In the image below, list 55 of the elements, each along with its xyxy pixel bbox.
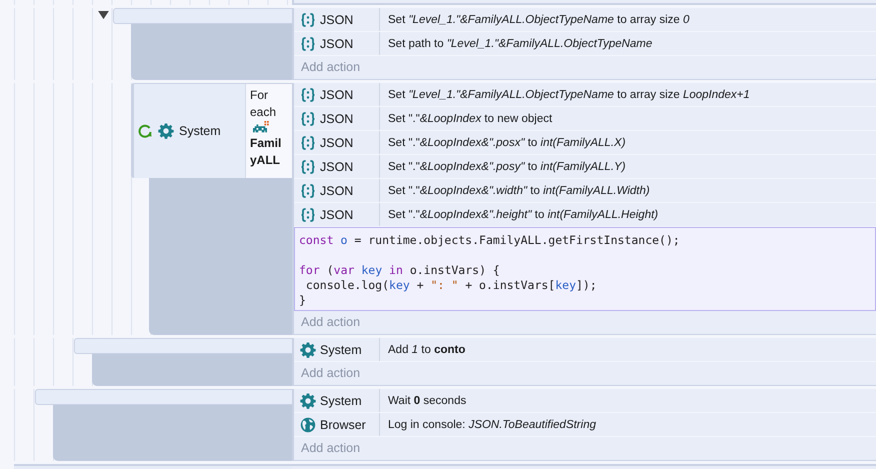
action-row[interactable]: JSON Set path to "Level_1."&FamilyALL.ObjectTypeName (294, 32, 876, 56)
action-row[interactable]: System Wait 0 seconds (294, 389, 876, 414)
condition-label: For each (250, 87, 278, 122)
action-text: Wait 0 seconds (387, 394, 466, 407)
globe-icon (300, 416, 316, 433)
braces-icon (300, 110, 316, 127)
loop-icon (137, 123, 153, 140)
action-text: Set "."&LoopIndex&".height" to int(FamilyALL.Height) (387, 208, 658, 221)
braces-icon (300, 86, 316, 103)
action-object: JSON (320, 112, 354, 126)
action-row[interactable]: JSON Set "."&LoopIndex&".posy" to int(FamilyALL.Y) (294, 155, 876, 180)
action-object: System (320, 342, 362, 357)
condition-text[interactable]: For each FamilyALL (245, 84, 292, 178)
action-text: Set "."&LoopIndex&".posx" to int(FamilyALL.X) (387, 136, 626, 149)
action-row[interactable]: JSON Set "Level_1."&FamilyALL.ObjectTypeName to array size LoopIndex+1 (294, 83, 876, 108)
action-text: Log in console: JSON.ToBeautifiedString (387, 418, 596, 431)
braces-icon (300, 134, 316, 151)
action-text: Set "Level_1."&FamilyALL.ObjectTypeName to array size LoopIndex+1 (387, 88, 750, 101)
collapse-triangle-icon[interactable] (98, 11, 109, 20)
action-object: JSON (320, 136, 354, 150)
action-object: System (320, 394, 362, 408)
action-text: Set "."&LoopIndex&".width" to int(FamilyALL.Width) (387, 184, 650, 197)
action-text: Set "."&LoopIndex to new object (387, 112, 552, 125)
action-row[interactable]: JSON Set "."&LoopIndex&".width" to int(FamilyALL.Width) (294, 179, 876, 204)
gear-icon (158, 123, 174, 140)
action-text: Set path to "Level_1."&FamilyALL.ObjectTypeName (387, 38, 652, 50)
action-object: JSON (320, 160, 354, 174)
condition-object[interactable]: System (134, 84, 245, 178)
action-row[interactable]: Browser Log in console: JSON.ToBeautifiedString (294, 413, 876, 438)
action-text: Set "."&LoopIndex&".posy" to int(FamilyALL.Y) (387, 160, 626, 173)
gear-icon (300, 342, 316, 358)
script-code-block[interactable]: const o = runtime.objects.FamilyALL.getFirstInstance(); for (var key in o.instVars) { console.log(key + ": " + o.instVars[key]); } (294, 227, 876, 312)
event-condition-bar[interactable] (74, 338, 292, 354)
action-object: JSON (320, 208, 354, 222)
action-row[interactable]: System Add 1 to conto (294, 338, 876, 362)
sprite-icon (250, 121, 270, 136)
action-object: JSON (320, 184, 354, 198)
event-condition-bar[interactable] (35, 389, 292, 406)
action-object: JSON (320, 12, 354, 27)
action-object: Browser (320, 418, 366, 432)
braces-icon (300, 206, 316, 223)
action-row[interactable]: JSON Set "."&LoopIndex to new object (294, 107, 876, 132)
action-row[interactable]: JSON Set "."&LoopIndex&".posx" to int(FamilyALL.X) (294, 131, 876, 156)
braces-icon (300, 182, 316, 199)
braces-icon (300, 12, 316, 28)
braces-icon (300, 158, 316, 175)
action-row[interactable]: JSON Set "Level_1."&FamilyALL.ObjectTypeName to array size 0 (294, 8, 876, 32)
condition-object-name: FamilyALL (250, 135, 282, 170)
action-row[interactable]: JSON Set "."&LoopIndex&".height" to int(FamilyALL.Height) (294, 203, 876, 228)
braces-icon (300, 36, 316, 52)
action-text: Add 1 to conto (387, 344, 466, 356)
action-object: JSON (320, 88, 354, 102)
gear-icon (300, 392, 316, 409)
action-text: Set "Level_1."&FamilyALL.ObjectTypeName to array size 0 (387, 14, 690, 26)
action-object: JSON (320, 36, 354, 51)
